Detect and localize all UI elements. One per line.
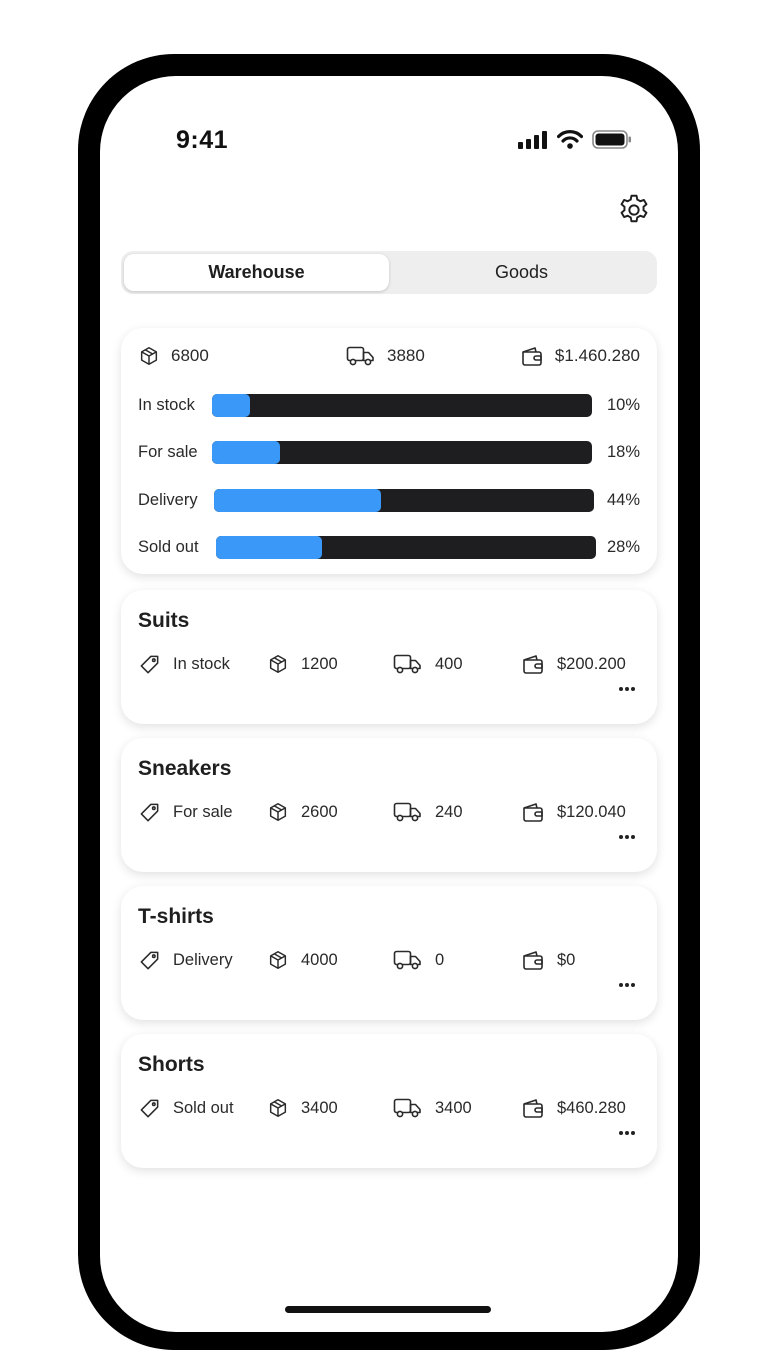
goods-stats: In stock 1200 400 $200.200	[121, 652, 657, 676]
bar-track	[212, 441, 592, 464]
goods-card-t-shirts[interactable]: T-shirts Delivery 4000 0 $0	[121, 886, 657, 1020]
wallet-icon	[521, 949, 545, 971]
bar-label: In stock	[138, 395, 195, 414]
wifi-icon	[557, 130, 583, 149]
goods-value: $120.040	[521, 800, 626, 824]
battery-icon	[592, 130, 632, 149]
signal-icon	[518, 130, 548, 149]
settings-button[interactable]	[616, 192, 652, 228]
goods-items: 2600	[267, 800, 338, 824]
tab-goods[interactable]: Goods	[389, 254, 654, 291]
bar-track	[212, 394, 592, 417]
goods-value: $200.200	[521, 652, 626, 676]
app-screen: 9:41 Warehouse Goods 6800 3880 $1.460.28…	[100, 76, 678, 1332]
goods-items: 1200	[267, 652, 338, 676]
phone-frame: 9:41 Warehouse Goods 6800 3880 $1.460.28…	[78, 54, 700, 1350]
bar-track	[214, 489, 594, 512]
goods-stats: For sale 2600 240 $120.040	[121, 800, 657, 824]
goods-title: Sneakers	[138, 757, 232, 780]
home-indicator[interactable]	[285, 1306, 491, 1313]
status-time: 9:41	[176, 126, 229, 154]
bar-label: Sold out	[138, 537, 199, 556]
wallet-icon	[521, 653, 545, 675]
goods-delivery: 3400	[393, 1096, 472, 1120]
goods-card-sneakers[interactable]: Sneakers For sale 2600 240 $120.040	[121, 738, 657, 872]
summary-total-items: 6800	[138, 345, 209, 367]
goods-status: Delivery	[138, 948, 233, 972]
truck-icon	[346, 345, 376, 367]
bar-row-in-stock: In stock 10%	[138, 392, 640, 418]
more-button[interactable]	[618, 686, 636, 692]
bar-percent: 10%	[606, 395, 640, 414]
box-icon	[138, 345, 160, 367]
more-icon	[618, 834, 636, 840]
tag-icon	[138, 653, 161, 676]
wallet-icon	[521, 801, 545, 823]
bar-track	[216, 536, 596, 559]
bar-row-for-sale: For sale 18%	[138, 439, 640, 465]
gear-icon	[616, 192, 652, 228]
bar-fill	[212, 394, 250, 417]
more-button[interactable]	[618, 982, 636, 988]
goods-stats: Sold out 3400 3400 $460.280	[121, 1096, 657, 1120]
goods-delivery: 240	[393, 800, 463, 824]
goods-items: 3400	[267, 1096, 338, 1120]
goods-value: $460.280	[521, 1096, 626, 1120]
view-switcher: Warehouse Goods	[121, 251, 657, 294]
more-icon	[618, 1130, 636, 1136]
more-icon	[618, 982, 636, 988]
bar-fill	[214, 489, 382, 512]
goods-delivery: 0	[393, 948, 444, 972]
truck-icon	[393, 1097, 423, 1119]
more-icon	[618, 686, 636, 692]
bar-label: For sale	[138, 442, 198, 461]
goods-title: Shorts	[138, 1053, 205, 1076]
goods-status: In stock	[138, 652, 230, 676]
goods-items: 4000	[267, 948, 338, 972]
truck-icon	[393, 653, 423, 675]
box-icon	[267, 653, 289, 675]
bar-percent: 44%	[606, 490, 640, 509]
box-icon	[267, 949, 289, 971]
wallet-icon	[520, 345, 544, 367]
bar-fill	[216, 536, 323, 559]
goods-status: Sold out	[138, 1096, 234, 1120]
goods-delivery: 400	[393, 652, 463, 676]
goods-status: For sale	[138, 800, 233, 824]
tag-icon	[138, 949, 161, 972]
goods-title: T-shirts	[138, 905, 214, 928]
warehouse-summary-card: 6800 3880 $1.460.280 In stock 10% For sa…	[121, 328, 657, 574]
summary-delivery: 3880	[346, 345, 425, 367]
bar-percent: 18%	[606, 442, 640, 461]
tag-icon	[138, 1097, 161, 1120]
summary-value: $1.460.280	[520, 345, 640, 367]
goods-value: $0	[521, 948, 575, 972]
bar-row-sold-out: Sold out 28%	[138, 534, 640, 560]
goods-card-shorts[interactable]: Shorts Sold out 3400 3400 $460.280	[121, 1034, 657, 1168]
wallet-icon	[521, 1097, 545, 1119]
more-button[interactable]	[618, 1130, 636, 1136]
goods-title: Suits	[138, 609, 190, 632]
truck-icon	[393, 949, 423, 971]
goods-stats: Delivery 4000 0 $0	[121, 948, 657, 972]
bar-fill	[212, 441, 281, 464]
tab-warehouse[interactable]: Warehouse	[124, 254, 389, 291]
box-icon	[267, 1097, 289, 1119]
goods-card-suits[interactable]: Suits In stock 1200 400 $200.200	[121, 590, 657, 724]
more-button[interactable]	[618, 834, 636, 840]
bar-percent: 28%	[606, 537, 640, 556]
truck-icon	[393, 801, 423, 823]
status-bar-icons	[518, 130, 632, 149]
bar-label: Delivery	[138, 490, 198, 509]
tag-icon	[138, 801, 161, 824]
box-icon	[267, 801, 289, 823]
bar-row-delivery: Delivery 44%	[138, 487, 640, 513]
